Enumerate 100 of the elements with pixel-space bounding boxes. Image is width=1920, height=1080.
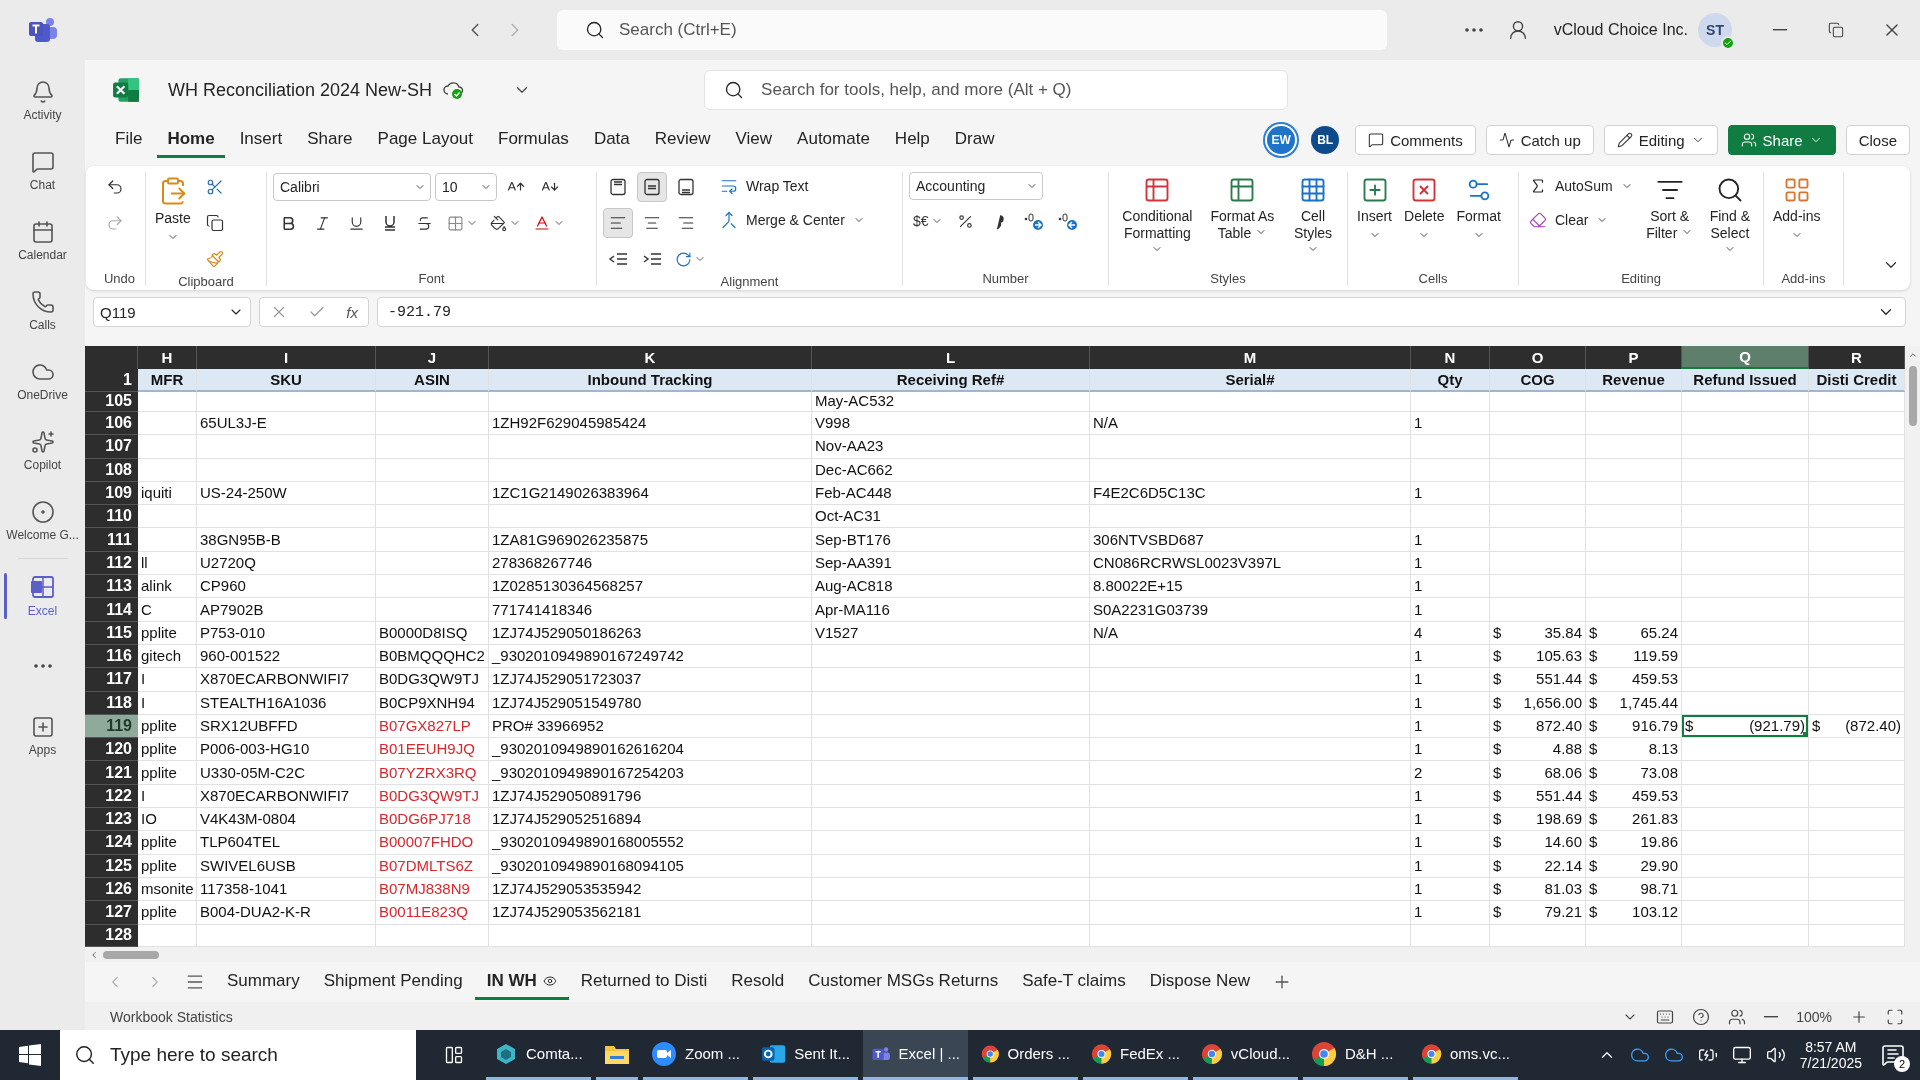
paste-button[interactable]: Paste [152, 172, 194, 247]
row-header[interactable]: 119 [85, 714, 138, 739]
menu-tab[interactable]: Review [644, 122, 721, 158]
menu-tab[interactable]: Page Layout [367, 122, 483, 158]
autosum-button[interactable]: AutoSum [1525, 172, 1637, 200]
clear-button[interactable]: Clear [1525, 206, 1613, 234]
row-header[interactable]: 1 [85, 369, 138, 392]
collaborator-avatar[interactable]: EW [1267, 126, 1296, 154]
column-header[interactable]: K [489, 346, 812, 369]
add-ins-button[interactable]: Add-ins [1770, 172, 1824, 245]
column-header[interactable]: M [1090, 346, 1411, 369]
column-header[interactable]: O [1490, 346, 1586, 369]
rail-item[interactable]: Activity [0, 66, 85, 136]
row-header[interactable]: 122 [85, 784, 138, 809]
rail-item[interactable]: Calls [0, 276, 85, 346]
taskbar-app[interactable]: vCloud... [1193, 1030, 1298, 1080]
rail-item[interactable]: Copilot [0, 416, 85, 486]
taskbar-app[interactable]: D&H ... [1303, 1030, 1408, 1080]
collaborator-avatar[interactable]: BL [1311, 126, 1340, 154]
menu-tab[interactable]: Insert [229, 122, 293, 158]
notifications-button[interactable]: 2 [1876, 1038, 1910, 1072]
taskbar-app[interactable]: Excel | ... [863, 1030, 968, 1080]
column-header[interactable]: Q [1682, 346, 1809, 369]
font-size-select[interactable]: 10 [435, 173, 497, 201]
currency-button[interactable]: $€ [909, 206, 947, 236]
cells-button[interactable]: Insert [1354, 172, 1395, 245]
wrap-text-button[interactable]: Wrap Text [716, 172, 813, 200]
column-header[interactable]: J [376, 346, 489, 369]
style-button[interactable]: Conditional Formatting [1115, 172, 1200, 263]
row-header[interactable]: 110 [85, 505, 138, 529]
column-header[interactable]: N [1411, 346, 1490, 369]
row-header[interactable]: 116 [85, 644, 138, 669]
menu-tab[interactable]: View [725, 122, 783, 158]
horizontal-scrollbar[interactable] [85, 947, 1920, 962]
number-format-select[interactable]: Accounting [909, 172, 1043, 200]
menu-tab[interactable]: Help [884, 122, 940, 158]
rail-item[interactable]: Chat [0, 136, 85, 206]
sheet-tab[interactable]: Returned to Disti [568, 964, 720, 1000]
sheet-tab[interactable]: Shipment Pending [311, 964, 475, 1000]
row-header[interactable]: 111 [85, 528, 138, 552]
taskbar-app[interactable]: Comta... [486, 1030, 591, 1080]
column-header[interactable]: I [197, 346, 376, 369]
style-button[interactable]: Format As Table [1205, 172, 1280, 246]
row-header[interactable]: 128 [85, 924, 138, 947]
formula-field[interactable]: -921.79 [377, 297, 1906, 327]
menu-tab[interactable]: Formulas [488, 122, 579, 158]
menu-tab[interactable]: Home [157, 122, 225, 158]
row-header[interactable]: 125 [85, 854, 138, 878]
sheet-tab[interactable]: Customer MSGs Returns [796, 964, 1011, 1000]
scroll-thumb[interactable] [103, 950, 159, 959]
merge-center-button[interactable]: Merge & Center [716, 206, 869, 234]
row-header[interactable]: 115 [85, 621, 138, 645]
insert-function-button[interactable]: fx [346, 303, 358, 321]
menu-tab[interactable]: File [105, 122, 153, 158]
sheet-tab[interactable]: Summary [215, 964, 312, 1000]
row-header[interactable]: 118 [85, 691, 138, 715]
row-header[interactable]: 107 [85, 435, 138, 459]
row-header[interactable]: 117 [85, 668, 138, 692]
row-header[interactable]: 113 [85, 575, 138, 599]
row-header[interactable]: 121 [85, 761, 138, 785]
row-header[interactable]: 112 [85, 551, 138, 576]
toolbar-button[interactable]: Editing [1603, 125, 1718, 155]
cells-button[interactable]: Delete [1401, 172, 1448, 245]
row-header[interactable]: 124 [85, 831, 138, 855]
toolbar-button[interactable]: Catch up [1485, 125, 1594, 155]
column-header[interactable]: R [1809, 346, 1905, 369]
find-select-button[interactable]: Find & Select [1702, 172, 1757, 263]
row-header[interactable]: 109 [85, 481, 138, 506]
align-button[interactable] [637, 172, 667, 202]
zoom-level[interactable]: 100% [1796, 1009, 1832, 1025]
sort-filter-button[interactable]: Sort & Filter [1642, 172, 1697, 246]
sheet-tab[interactable]: Dispose New [1137, 964, 1262, 1000]
search-field[interactable]: Search for tools, help, and more (Alt + Q) [704, 70, 1289, 110]
row-header[interactable]: 114 [85, 598, 138, 622]
workbook-statistics-link[interactable]: Workbook Statistics [110, 1009, 1605, 1025]
taskbar-search-field[interactable]: Type here to search [60, 1030, 416, 1080]
column-header[interactable]: L [812, 346, 1090, 369]
row-header[interactable]: 108 [85, 458, 138, 482]
vertical-scrollbar[interactable] [1905, 346, 1920, 947]
taskbar-app[interactable]: FedEx ... [1083, 1030, 1188, 1080]
rail-item[interactable]: Excel [0, 561, 85, 631]
rail-item[interactable]: Apps [0, 701, 85, 771]
rail-item[interactable]: Welcome G... [0, 486, 85, 556]
row-header[interactable]: 105 [85, 392, 138, 412]
style-button[interactable]: Cell Styles [1285, 172, 1341, 263]
sheet-tab[interactable]: Resold [719, 964, 797, 1000]
row-header[interactable]: 127 [85, 901, 138, 925]
row-header[interactable]: 126 [85, 877, 138, 902]
cells-button[interactable]: Format [1453, 172, 1504, 245]
taskbar-app[interactable]: Orders ... [973, 1030, 1078, 1080]
menu-tab[interactable]: Share [297, 122, 363, 158]
font-select[interactable]: Calibri [273, 173, 431, 201]
taskbar-app[interactable]: Sent It... [753, 1030, 858, 1080]
search-field[interactable]: Search (Ctrl+E) [557, 10, 1387, 50]
toolbar-button[interactable]: Share [1727, 125, 1836, 155]
rail-item[interactable]: OneDrive [0, 346, 85, 416]
menu-tab[interactable]: Draw [944, 122, 1005, 158]
menu-tab[interactable]: Data [583, 122, 640, 158]
scroll-thumb[interactable] [1908, 366, 1917, 426]
toolbar-button[interactable]: Comments [1355, 125, 1476, 155]
